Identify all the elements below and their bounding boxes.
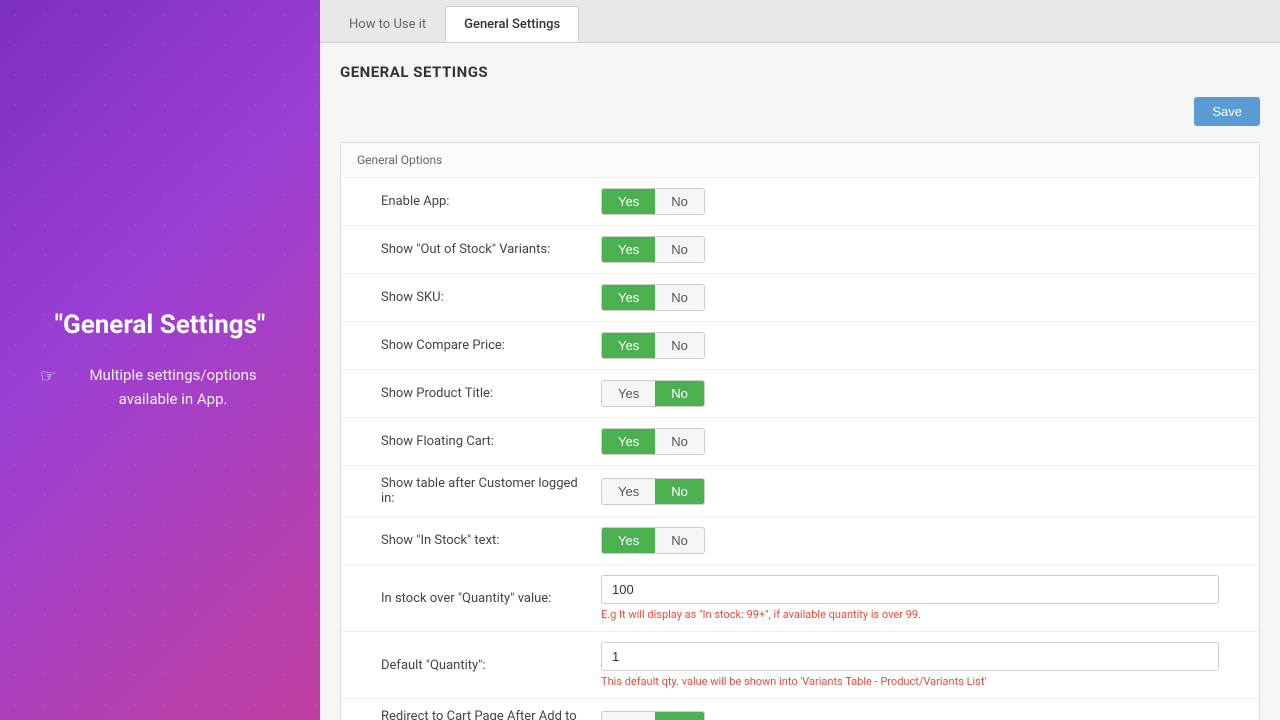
sidebar-description: ☞ Multiple settings/options available in… xyxy=(40,363,280,411)
tab-bar: How to Use it General Settings xyxy=(320,0,1280,43)
in-stock-quantity-input[interactable] xyxy=(601,575,1219,604)
tab-general-settings[interactable]: General Settings xyxy=(445,6,579,42)
toggle-out-of-stock-yes[interactable]: Yes xyxy=(602,237,655,262)
toggle-show-floating-cart-yes[interactable]: Yes xyxy=(602,429,655,454)
toggle-show-floating-cart: Yes No xyxy=(601,428,705,455)
toggle-show-compare-price-no[interactable]: No xyxy=(655,333,704,358)
setting-show-floating-cart: Show Floating Cart: Yes No xyxy=(341,418,1259,466)
hand-icon: ☞ xyxy=(40,363,56,392)
setting-control-show-compare-price: Yes No xyxy=(601,332,1219,359)
sidebar: "General Settings" ☞ Multiple settings/o… xyxy=(0,0,320,720)
default-quantity-input[interactable] xyxy=(601,642,1219,671)
setting-show-sku: Show SKU: Yes No xyxy=(341,274,1259,322)
in-stock-quantity-hint: E.g It will display as "In stock: 99+", … xyxy=(601,608,1219,621)
setting-enable-app: Enable App: Yes No xyxy=(341,178,1259,226)
default-quantity-hint: This default qty. value will be shown in… xyxy=(601,675,1219,688)
toggle-enable-app-yes[interactable]: Yes xyxy=(602,189,655,214)
setting-show-in-stock-text: Show "In Stock" text: Yes No xyxy=(341,517,1259,565)
setting-label-redirect-to-cart: Redirect to Cart Page After Add to Cart: xyxy=(381,709,601,720)
setting-control-show-table-logged-in: Yes No xyxy=(601,478,1219,505)
setting-default-quantity: Default "Quantity": This default qty. va… xyxy=(341,632,1259,699)
settings-card: General Options Enable App: Yes No Show … xyxy=(340,142,1260,720)
tab-how-to-use[interactable]: How to Use it xyxy=(330,6,445,42)
setting-control-redirect-to-cart: Yes No xyxy=(601,711,1219,720)
setting-control-out-of-stock: Yes No xyxy=(601,236,1219,263)
setting-label-show-compare-price: Show Compare Price: xyxy=(381,338,601,353)
toolbar: Save xyxy=(340,97,1260,126)
toggle-redirect-to-cart: Yes No xyxy=(601,711,705,720)
setting-control-in-stock-quantity: E.g It will display as "In stock: 99+", … xyxy=(601,575,1219,621)
sidebar-desc-text: Multiple settings/options available in A… xyxy=(66,363,280,411)
toggle-show-floating-cart-no[interactable]: No xyxy=(655,429,704,454)
toggle-out-of-stock: Yes No xyxy=(601,236,705,263)
setting-label-enable-app: Enable App: xyxy=(381,194,601,209)
setting-control-show-product-title: Yes No xyxy=(601,380,1219,407)
toggle-show-sku: Yes No xyxy=(601,284,705,311)
setting-control-enable-app: Yes No xyxy=(601,188,1219,215)
toggle-show-product-title-no[interactable]: No xyxy=(655,381,704,406)
setting-control-default-quantity: This default qty. value will be shown in… xyxy=(601,642,1219,688)
content-area: GENERAL SETTINGS Save General Options En… xyxy=(320,43,1280,720)
save-button[interactable]: Save xyxy=(1194,97,1260,126)
main-content: How to Use it General Settings GENERAL S… xyxy=(320,0,1280,720)
toggle-out-of-stock-no[interactable]: No xyxy=(655,237,704,262)
setting-label-show-in-stock-text: Show "In Stock" text: xyxy=(381,533,601,548)
sidebar-title: "General Settings" xyxy=(40,309,280,343)
setting-show-compare-price: Show Compare Price: Yes No xyxy=(341,322,1259,370)
settings-card-header: General Options xyxy=(341,143,1259,178)
toggle-show-table-logged-in-no[interactable]: No xyxy=(655,479,704,504)
toggle-show-table-logged-in: Yes No xyxy=(601,478,705,505)
setting-label-show-sku: Show SKU: xyxy=(381,290,601,305)
setting-control-show-in-stock-text: Yes No xyxy=(601,527,1219,554)
toggle-show-table-logged-in-yes[interactable]: Yes xyxy=(602,479,655,504)
toggle-enable-app: Yes No xyxy=(601,188,705,215)
setting-label-default-quantity: Default "Quantity": xyxy=(381,658,601,673)
toggle-enable-app-no[interactable]: No xyxy=(655,189,704,214)
setting-label-out-of-stock: Show "Out of Stock" Variants: xyxy=(381,242,601,257)
setting-redirect-to-cart: Redirect to Cart Page After Add to Cart:… xyxy=(341,699,1259,720)
setting-label-show-floating-cart: Show Floating Cart: xyxy=(381,434,601,449)
toggle-redirect-to-cart-yes[interactable]: Yes xyxy=(602,712,655,720)
page-title: GENERAL SETTINGS xyxy=(340,63,1260,81)
toggle-show-sku-no[interactable]: No xyxy=(655,285,704,310)
setting-control-show-floating-cart: Yes No xyxy=(601,428,1219,455)
setting-label-show-product-title: Show Product Title: xyxy=(381,386,601,401)
sidebar-content: "General Settings" ☞ Multiple settings/o… xyxy=(40,309,280,411)
toggle-show-compare-price: Yes No xyxy=(601,332,705,359)
toggle-show-in-stock-text-yes[interactable]: Yes xyxy=(602,528,655,553)
setting-label-in-stock-quantity: In stock over "Quantity" value: xyxy=(381,591,601,606)
setting-control-show-sku: Yes No xyxy=(601,284,1219,311)
setting-in-stock-quantity: In stock over "Quantity" value: E.g It w… xyxy=(341,565,1259,632)
toggle-show-in-stock-text: Yes No xyxy=(601,527,705,554)
toggle-show-sku-yes[interactable]: Yes xyxy=(602,285,655,310)
toggle-redirect-to-cart-no[interactable]: No xyxy=(655,712,704,720)
toggle-show-compare-price-yes[interactable]: Yes xyxy=(602,333,655,358)
toggle-show-in-stock-text-no[interactable]: No xyxy=(655,528,704,553)
toggle-show-product-title: Yes No xyxy=(601,380,705,407)
setting-show-product-title: Show Product Title: Yes No xyxy=(341,370,1259,418)
setting-out-of-stock: Show "Out of Stock" Variants: Yes No xyxy=(341,226,1259,274)
setting-show-table-logged-in: Show table after Customer logged in: Yes… xyxy=(341,466,1259,517)
toggle-show-product-title-yes[interactable]: Yes xyxy=(602,381,655,406)
setting-label-show-table-logged-in: Show table after Customer logged in: xyxy=(381,476,601,506)
